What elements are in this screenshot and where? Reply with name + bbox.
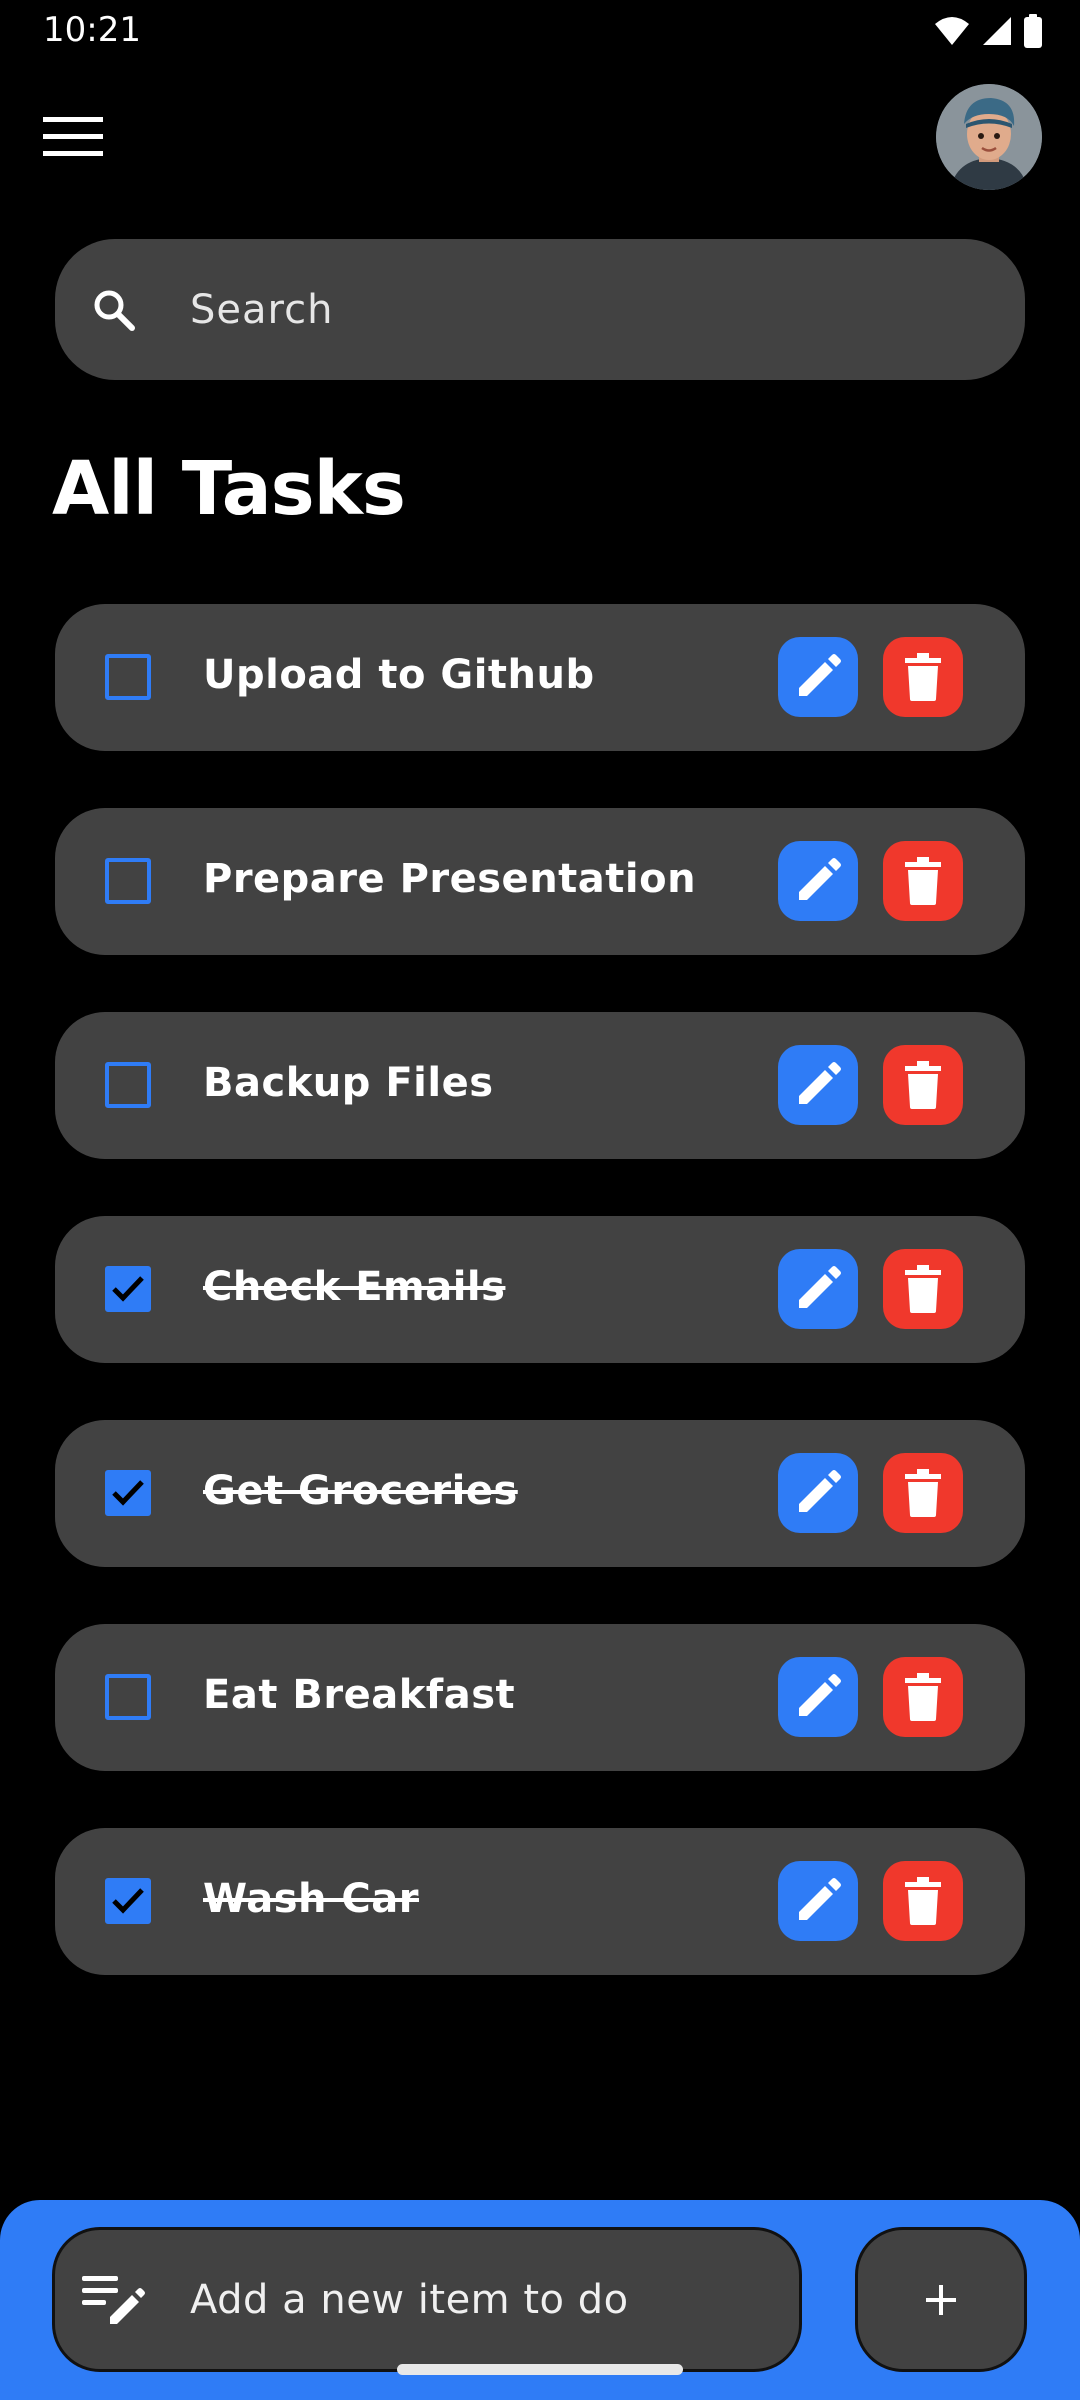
task-item: Backup Files [55, 1012, 1025, 1159]
avatar[interactable] [936, 84, 1042, 190]
task-label: Wash Car [203, 1876, 419, 1922]
task-checkbox[interactable] [105, 858, 151, 904]
status-bar: 10:21 [0, 0, 1080, 62]
task-item: Wash Car [55, 1828, 1025, 1975]
edit-button[interactable] [778, 1861, 858, 1941]
task-label: Upload to Github [203, 652, 595, 698]
pencil-icon [799, 1674, 841, 1716]
pencil-icon [799, 1470, 841, 1512]
plus-icon [926, 2284, 956, 2315]
home-indicator[interactable] [397, 2364, 683, 2375]
notes-edit-icon [82, 2276, 145, 2324]
delete-button[interactable] [883, 841, 963, 921]
pencil-icon [799, 1878, 841, 1920]
task-label: Prepare Presentation [203, 856, 697, 902]
edit-button[interactable] [778, 1453, 858, 1533]
task-checkbox[interactable] [105, 1062, 151, 1108]
task-label: Eat Breakfast [203, 1672, 516, 1718]
task-checkbox[interactable] [105, 1674, 151, 1720]
checkmark-icon [112, 1480, 144, 1506]
trash-icon [905, 1469, 941, 1517]
task-checkbox[interactable] [105, 1878, 151, 1924]
task-item: Eat Breakfast [55, 1624, 1025, 1771]
trash-icon [905, 1673, 941, 1721]
task-label: Check Emails [203, 1264, 506, 1310]
trash-icon [905, 1265, 941, 1313]
pencil-icon [799, 654, 841, 696]
task-item: Check Emails [55, 1216, 1025, 1363]
pencil-icon [799, 1266, 841, 1308]
task-checkbox[interactable] [105, 1266, 151, 1312]
todo-app-screen: 10:21 Search All Tasks Upload to Github … [0, 0, 1080, 2400]
task-item: Get Groceries [55, 1420, 1025, 1567]
edit-button[interactable] [778, 841, 858, 921]
task-label: Get Groceries [203, 1468, 518, 1514]
page-title: All Tasks [52, 446, 406, 532]
task-item: Upload to Github [55, 604, 1025, 751]
wifi-icon [935, 17, 969, 45]
delete-button[interactable] [883, 1249, 963, 1329]
task-checkbox[interactable] [105, 654, 151, 700]
edit-button[interactable] [778, 637, 858, 717]
edit-button[interactable] [778, 1045, 858, 1125]
checkmark-icon [112, 1888, 144, 1914]
edit-button[interactable] [778, 1657, 858, 1737]
status-icons [934, 14, 1042, 48]
delete-button[interactable] [883, 1861, 963, 1941]
add-button[interactable] [855, 2227, 1027, 2372]
status-time: 10:21 [43, 10, 141, 50]
trash-icon [905, 857, 941, 905]
trash-icon [905, 1061, 941, 1109]
edit-button[interactable] [778, 1249, 858, 1329]
trash-icon [905, 1877, 941, 1925]
task-label: Backup Files [203, 1060, 494, 1106]
add-item-input[interactable] [190, 2268, 770, 2332]
battery-icon [1024, 14, 1042, 48]
search-input[interactable] [190, 280, 970, 340]
delete-button[interactable] [883, 1657, 963, 1737]
hamburger-menu-icon[interactable] [36, 104, 110, 170]
task-item: Prepare Presentation [55, 808, 1025, 955]
pencil-icon [799, 858, 841, 900]
task-checkbox[interactable] [105, 1470, 151, 1516]
trash-icon [905, 653, 941, 701]
pencil-icon [799, 1062, 841, 1104]
search-icon [94, 290, 135, 331]
delete-button[interactable] [883, 1453, 963, 1533]
delete-button[interactable] [883, 1045, 963, 1125]
delete-button[interactable] [883, 637, 963, 717]
signal-icon [983, 17, 1011, 45]
checkmark-icon [112, 1276, 144, 1302]
task-list: Upload to Github Prepare Presentation Ba… [55, 604, 1025, 2032]
